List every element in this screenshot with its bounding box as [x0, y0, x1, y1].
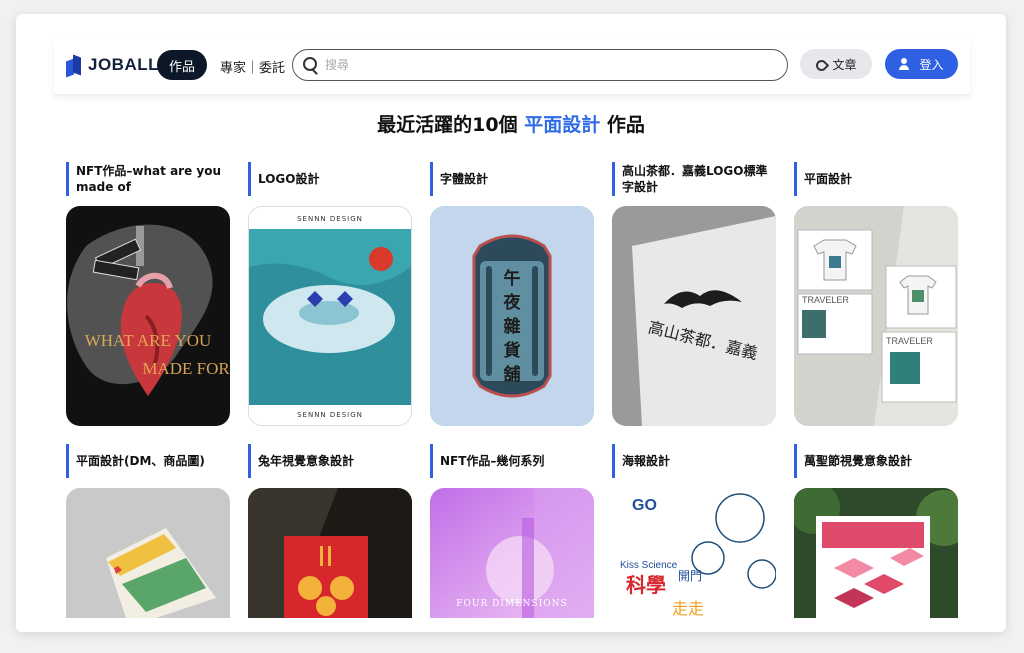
- work-thumbnail[interactable]: TRAVELER TRAVELER: [794, 206, 958, 426]
- svg-text:TRAVELER: TRAVELER: [802, 295, 849, 305]
- svg-text:Kiss Science: Kiss Science: [620, 560, 678, 571]
- pen-icon: [815, 58, 827, 70]
- works-nav-button[interactable]: 作品: [157, 50, 207, 80]
- login-button[interactable]: 登入: [885, 49, 958, 79]
- logo-text: JOBALL: [88, 55, 159, 74]
- browser-window: JOBALL 作品 專家｜委託 文章 登入 最近活躍的10個 平面設計 作品 N…: [16, 14, 1006, 632]
- svg-text:夜: 夜: [503, 292, 522, 313]
- svg-text:雜: 雜: [504, 316, 521, 337]
- top-nav: JOBALL 作品 專家｜委託 文章 登入: [54, 36, 970, 95]
- svg-text:科學: 科學: [626, 573, 666, 597]
- work-title[interactable]: NFT作品–幾何系列: [430, 444, 590, 478]
- work-thumbnail[interactable]: WHAT ARE YOU MADE FOR: [66, 206, 230, 426]
- search-bar[interactable]: [292, 49, 788, 81]
- svg-text:舖: 舖: [504, 364, 521, 385]
- joball-logo-icon: [66, 54, 82, 78]
- work-title[interactable]: 海報設計: [612, 444, 772, 478]
- work-thumbnail[interactable]: 午 夜 雜 貨 舖: [430, 206, 594, 426]
- svg-text:GO: GO: [632, 497, 657, 514]
- svg-text:FOUR DIMENSIONS: FOUR DIMENSIONS: [456, 599, 567, 609]
- svg-text:TRAVELER: TRAVELER: [886, 336, 933, 346]
- title-highlight: 平面設計: [524, 114, 601, 136]
- svg-text:MADE FOR: MADE FOR: [142, 359, 230, 378]
- title-suffix: 作品: [606, 114, 645, 136]
- articles-button[interactable]: 文章: [800, 49, 872, 79]
- title-prefix: 最近活躍的10個: [377, 114, 518, 136]
- svg-text:SENNN DESIGN: SENNN DESIGN: [297, 215, 363, 223]
- svg-text:午: 午: [504, 268, 521, 289]
- work-thumbnail[interactable]: SENNN DESIGN SENNN DESIGN: [248, 206, 412, 426]
- svg-text:開門: 開門: [678, 569, 702, 583]
- joball-logo[interactable]: JOBALL: [66, 54, 159, 78]
- user-icon: [899, 58, 913, 70]
- work-thumbnail[interactable]: [66, 488, 230, 618]
- login-label: 登入: [919, 57, 944, 72]
- work-title[interactable]: 高山茶都．嘉義LOGO標準字設計: [612, 162, 772, 196]
- work-thumbnail[interactable]: 高山茶都．嘉義: [612, 206, 776, 426]
- work-title[interactable]: 平面設計(DM、商品圖): [66, 444, 226, 478]
- work-title[interactable]: LOGO設計: [248, 162, 408, 196]
- search-icon: [303, 57, 317, 71]
- work-thumbnail[interactable]: [794, 488, 958, 618]
- work-title[interactable]: 萬聖節視覺意象設計: [794, 444, 954, 478]
- experts-nav-link[interactable]: 專家｜委託: [220, 57, 285, 76]
- svg-text:WHAT ARE YOU: WHAT ARE YOU: [85, 331, 212, 350]
- work-thumbnail[interactable]: [248, 488, 412, 618]
- svg-text:貨: 貨: [504, 340, 521, 361]
- articles-label: 文章: [832, 57, 857, 72]
- svg-text:SENNN DESIGN: SENNN DESIGN: [297, 411, 363, 419]
- work-title[interactable]: 兔年視覺意象設計: [248, 444, 408, 478]
- svg-text:走走: 走走: [672, 599, 704, 618]
- page-title: 最近活躍的10個 平面設計 作品: [16, 110, 1006, 137]
- work-title[interactable]: NFT作品–what are you made of: [66, 162, 226, 196]
- work-thumbnail[interactable]: GO Kiss Science 科學 開門 走走: [612, 488, 776, 618]
- work-thumbnail[interactable]: FOUR DIMENSIONS: [430, 488, 594, 618]
- work-title[interactable]: 平面設計: [794, 162, 954, 196]
- work-title[interactable]: 字體設計: [430, 162, 590, 196]
- search-input[interactable]: [323, 55, 767, 75]
